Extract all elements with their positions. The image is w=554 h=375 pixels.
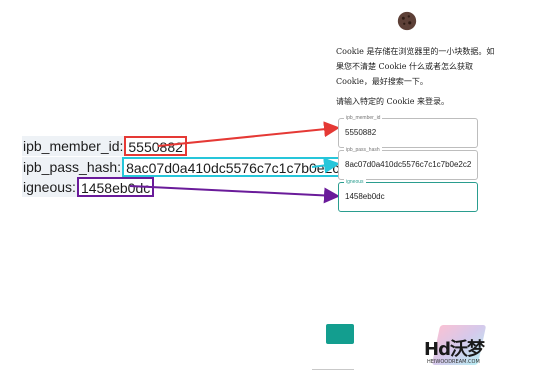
- login-prompt: 请输入特定的 Cookie 来登录。: [336, 97, 449, 106]
- annotation-member-id-value: 5550882: [124, 136, 187, 156]
- cookie-info-text: Cookie 是存储在浏览器里的一小块数据。如果您不清楚 Cookie 什么或者…: [336, 47, 495, 86]
- arrow-igneous: [129, 185, 340, 204]
- login-button[interactable]: [326, 324, 354, 344]
- pass-hash-field[interactable]: ipb_pass_hash: [338, 147, 478, 180]
- watermark-text: Hd沃梦: [424, 339, 485, 360]
- annotation-pass-hash-value: 8ac07d0a410dc5576c7c1c7b0e2c223b: [122, 157, 375, 177]
- pass-hash-input[interactable]: [345, 160, 473, 169]
- watermark-subtext: HEIWOODREAM.COM: [427, 359, 480, 365]
- cookie-icon: [397, 11, 417, 31]
- annotation-igneous-value: 1458eb0dc: [76, 177, 155, 197]
- member-id-label: ipb_member_id: [344, 115, 383, 121]
- divider: [312, 369, 354, 370]
- annotation-igneous: igneous: 1458eb0dc: [22, 177, 155, 197]
- igneous-label: igneous: [344, 179, 366, 185]
- igneous-field[interactable]: igneous: [338, 179, 478, 212]
- annotation-igneous-key: igneous:: [22, 177, 77, 197]
- pass-hash-label: ipb_pass_hash: [344, 147, 382, 153]
- annotation-pass-hash: ipb_pass_hash: 8ac07d0a410dc5576c7c1c7b0…: [22, 157, 375, 177]
- annotation-member-id-key: ipb_member_id:: [22, 136, 125, 156]
- igneous-input[interactable]: [345, 192, 473, 201]
- annotation-pass-hash-key: ipb_pass_hash:: [22, 157, 123, 177]
- watermark-logo: Hd沃梦 HEIWOODREAM.COM: [420, 325, 487, 371]
- member-id-field[interactable]: ipb_member_id: [338, 115, 478, 148]
- annotation-member-id: ipb_member_id: 5550882: [22, 136, 187, 156]
- member-id-input[interactable]: [345, 128, 473, 137]
